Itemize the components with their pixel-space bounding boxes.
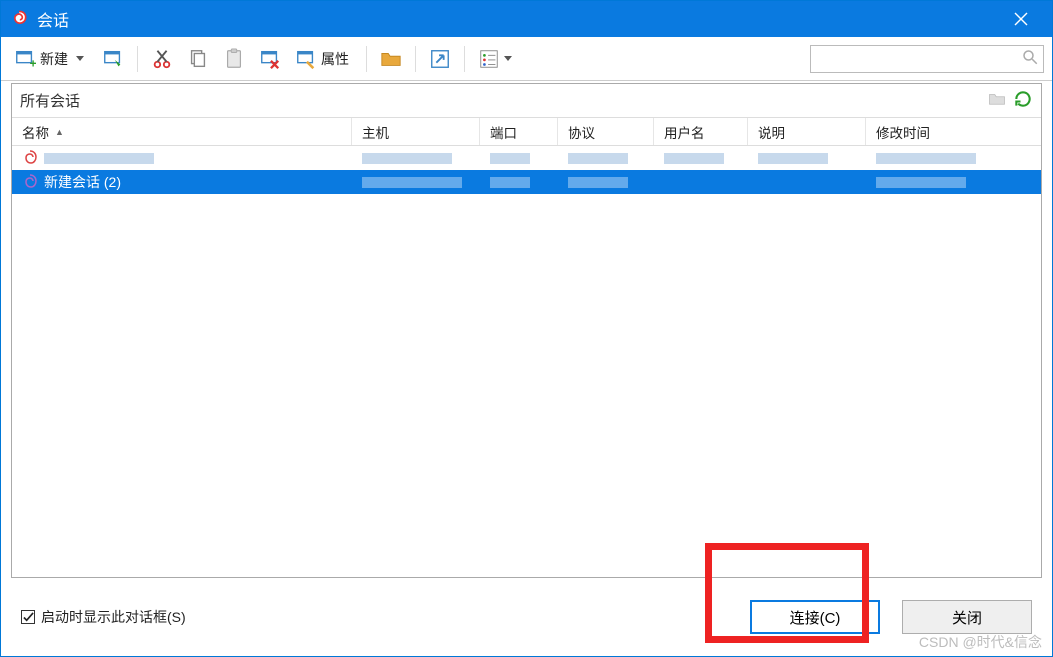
paste-icon <box>223 48 245 70</box>
column-name[interactable]: 名称▲ <box>12 118 352 145</box>
folder-icon[interactable] <box>987 90 1007 111</box>
paste-button[interactable] <box>218 44 250 74</box>
save-icon <box>102 48 124 70</box>
show-on-startup-checkbox[interactable]: 启动时显示此对话框(S) <box>21 607 186 627</box>
copy-icon <box>187 48 209 70</box>
column-protocol[interactable]: 协议 <box>558 118 654 145</box>
view-button[interactable] <box>473 44 521 74</box>
cut-icon <box>151 48 173 70</box>
copy-button[interactable] <box>182 44 214 74</box>
properties-icon <box>295 48 317 70</box>
search-icon[interactable] <box>1021 48 1039 69</box>
new-button[interactable]: + 新建 <box>9 44 93 74</box>
close-button[interactable]: 关闭 <box>902 600 1032 634</box>
column-mtime[interactable]: 修改时间 <box>866 118 1041 145</box>
delete-icon <box>259 48 281 70</box>
cut-button[interactable] <box>146 44 178 74</box>
app-icon <box>9 9 29 29</box>
save-button[interactable] <box>97 44 129 74</box>
list-view-icon <box>478 48 500 70</box>
title-bar: 会话 <box>1 1 1052 37</box>
filter-row <box>12 84 1041 118</box>
table-header: 名称▲ 主机 端口 协议 用户名 说明 修改时间 <box>12 118 1041 146</box>
properties-label: 属性 <box>321 49 349 69</box>
svg-text:+: + <box>30 56 36 70</box>
sort-asc-icon: ▲ <box>55 127 64 137</box>
toolbar-separator <box>464 46 465 72</box>
column-user[interactable]: 用户名 <box>654 118 748 145</box>
session-name: 新建会话 (2) <box>44 172 121 192</box>
delete-button[interactable] <box>254 44 286 74</box>
checkbox-icon <box>21 610 35 624</box>
table-body: 新建会话 (2) <box>12 146 1041 577</box>
refresh-icon[interactable] <box>1013 89 1033 112</box>
table-row[interactable] <box>12 146 1041 170</box>
window-title: 会话 <box>37 7 998 31</box>
chevron-down-icon <box>76 56 84 61</box>
new-label: 新建 <box>40 49 68 69</box>
column-port[interactable]: 端口 <box>480 118 558 145</box>
toolbar-separator <box>137 46 138 72</box>
window-close-button[interactable] <box>998 1 1044 37</box>
filter-input[interactable] <box>12 85 979 117</box>
column-desc[interactable]: 说明 <box>748 118 866 145</box>
session-list-panel: 名称▲ 主机 端口 协议 用户名 说明 修改时间 新建会话 (2) <box>11 83 1042 578</box>
new-icon: + <box>14 48 36 70</box>
properties-button[interactable]: 属性 <box>290 44 358 74</box>
sessions-dialog: 会话 + 新建 属性 <box>0 0 1053 657</box>
shortcut-button[interactable] <box>424 44 456 74</box>
toolbar: + 新建 属性 <box>1 37 1052 81</box>
toolbar-separator <box>415 46 416 72</box>
show-on-startup-label: 启动时显示此对话框(S) <box>41 607 186 627</box>
chevron-down-icon <box>504 56 512 61</box>
dialog-footer: 启动时显示此对话框(S) 连接(C) 关闭 <box>11 578 1042 656</box>
search-input[interactable] <box>815 47 1021 71</box>
session-icon <box>22 174 38 190</box>
toolbar-separator <box>366 46 367 72</box>
folder-open-icon <box>380 48 402 70</box>
column-host[interactable]: 主机 <box>352 118 480 145</box>
open-folder-button[interactable] <box>375 44 407 74</box>
session-icon <box>22 150 38 166</box>
table-row[interactable]: 新建会话 (2) <box>12 170 1041 194</box>
shortcut-icon <box>429 48 451 70</box>
connect-button[interactable]: 连接(C) <box>750 600 880 634</box>
search-box[interactable] <box>810 45 1044 73</box>
